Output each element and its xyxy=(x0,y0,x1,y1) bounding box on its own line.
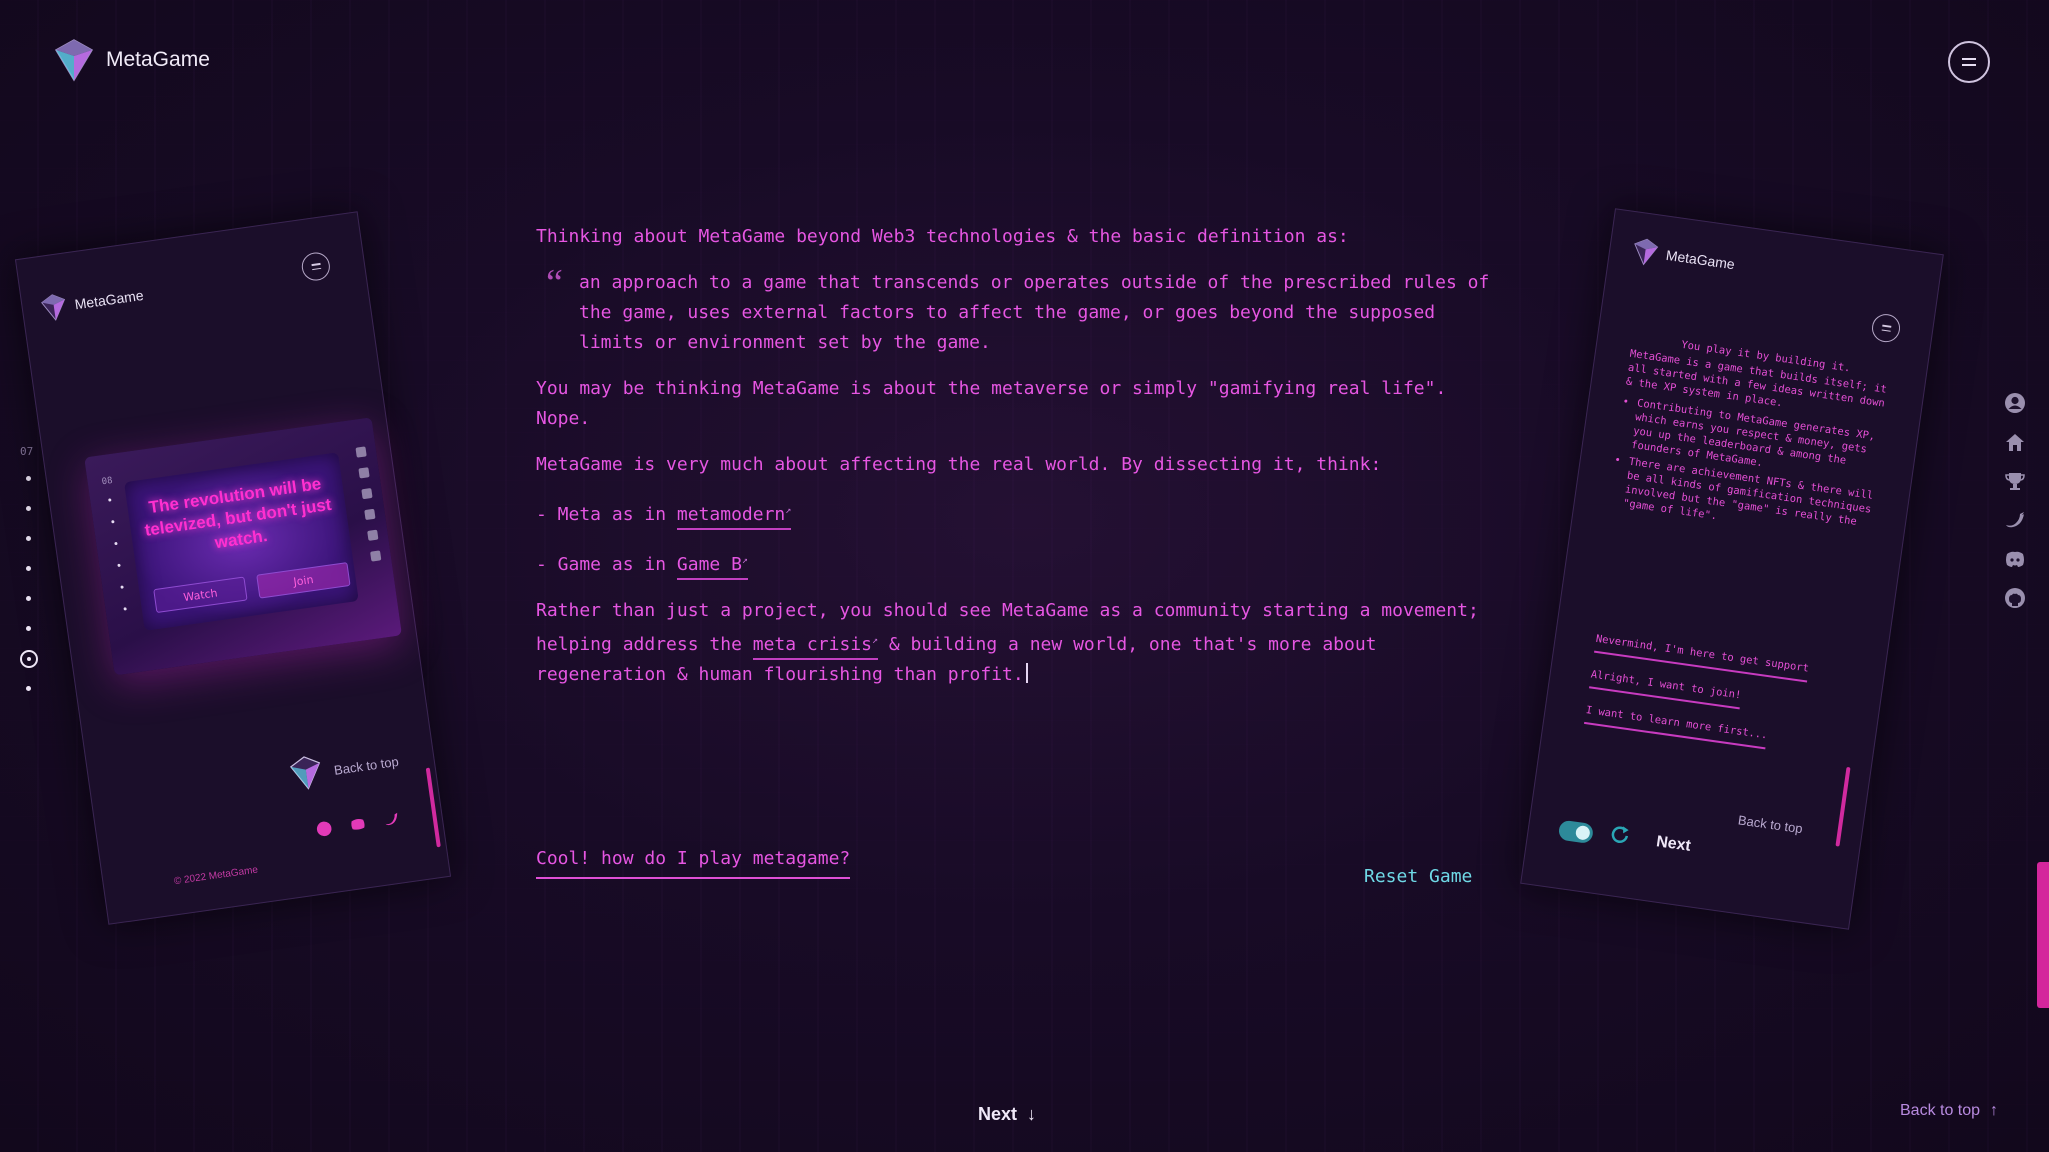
mockup-watch-button: Watch xyxy=(153,576,248,614)
brand-name: MetaGame xyxy=(106,48,210,71)
mockup-social xyxy=(315,810,401,841)
section-dot-active[interactable] xyxy=(20,650,38,668)
mockup-footer-logo-icon xyxy=(288,753,325,797)
external-link-icon: ↗ xyxy=(741,555,748,566)
mockup-phone-left: MetaGame 08 The revolution will be telev… xyxy=(14,211,452,925)
page-scrollbar[interactable] xyxy=(2037,862,2049,1008)
mockup-option: Alright, I want to join! xyxy=(1589,668,1743,710)
metagame-logo-icon xyxy=(54,39,94,82)
back-to-top-label: Back to top xyxy=(1900,1102,1981,1119)
mockup-menu-icon xyxy=(300,250,332,283)
back-to-top-button[interactable]: Back to top ↑ xyxy=(1900,1102,1998,1120)
paragraph-2: MetaGame is very much about affecting th… xyxy=(536,454,1382,475)
metamodern-link[interactable]: metamodern↗ xyxy=(676,504,792,530)
section-nav: 07 xyxy=(20,445,40,716)
home-icon[interactable] xyxy=(2004,431,2026,453)
section-dot[interactable] xyxy=(26,536,31,541)
definition-quote: “ an approach to a game that transcends … xyxy=(536,264,1496,358)
reload-icon xyxy=(1611,826,1629,843)
game-b-link[interactable]: Game B↗ xyxy=(676,554,748,580)
section-dot[interactable] xyxy=(26,596,31,601)
twitter-icon xyxy=(382,810,401,832)
section-dot[interactable] xyxy=(26,626,31,631)
metagame-logo-icon xyxy=(41,294,66,321)
section-dot[interactable] xyxy=(26,686,31,691)
mockup-brand: MetaGame xyxy=(73,286,145,313)
mockup-next: Next xyxy=(1655,833,1692,855)
mockup-card-number: 08 xyxy=(101,475,114,488)
meta-crisis-link-label: meta crisis xyxy=(752,634,872,655)
quote-text: an approach to a game that transcends or… xyxy=(579,272,1490,353)
meta-line: - Meta as in metamodern↗ xyxy=(536,496,1496,530)
play-metagame-option[interactable]: Cool! how do I play metagame? xyxy=(536,848,851,879)
mockup-accent-bar xyxy=(1835,766,1851,847)
social-bar xyxy=(2004,392,2026,609)
mockup-brand: MetaGame xyxy=(1664,246,1736,273)
section-dot[interactable] xyxy=(26,566,31,571)
next-button[interactable]: Next ↓ xyxy=(978,1104,1036,1125)
metagame-logo-icon xyxy=(1634,238,1659,266)
mockup-card: 08 The revolution will be televized, but… xyxy=(84,417,402,676)
arrow-down-icon: ↓ xyxy=(1027,1104,1037,1124)
user-icon[interactable] xyxy=(2004,392,2026,414)
mockup-phone-right: MetaGame You play it by building it. Met… xyxy=(1520,208,1944,930)
mockup-option: I want to learn more first... xyxy=(1584,704,1769,750)
mockup-back-to-top: Back to top xyxy=(333,753,400,778)
reset-game-button[interactable]: Reset Game xyxy=(1364,866,1472,887)
section-dot[interactable] xyxy=(26,506,31,511)
quote-icon: “ xyxy=(546,262,563,304)
mockup-mini-dots xyxy=(108,498,129,629)
arrow-up-icon: ↑ xyxy=(1990,1102,1999,1119)
next-label: Next xyxy=(978,1104,1018,1124)
paragraph-1: You may be thinking MetaGame is about th… xyxy=(536,378,1447,429)
menu-icon xyxy=(1962,56,1976,68)
mockup-toggle xyxy=(1557,819,1595,845)
menu-button[interactable] xyxy=(1948,41,1990,83)
section-dot[interactable] xyxy=(26,476,31,481)
twitter-icon[interactable] xyxy=(2004,509,2026,531)
logo[interactable]: MetaGame xyxy=(54,38,210,82)
mockup-card-inner: The revolution will be televized, but do… xyxy=(124,452,359,631)
discord-icon[interactable] xyxy=(2004,548,2026,570)
mockup-copyright: © 2022 MetaGame xyxy=(173,864,259,888)
github-icon[interactable] xyxy=(2004,587,2026,609)
mockup-accent-bar xyxy=(425,767,441,848)
mockup-join-button: Join xyxy=(256,562,351,599)
trophy-icon[interactable] xyxy=(2004,470,2026,492)
paragraph-3: Rather than just a project, you should s… xyxy=(536,596,1496,690)
main-content: Thinking about MetaGame beyond Web3 tech… xyxy=(536,222,1496,706)
meta-crisis-link[interactable]: meta crisis↗ xyxy=(752,634,878,660)
metamodern-link-label: metamodern xyxy=(676,504,786,525)
section-number: 07 xyxy=(20,445,34,458)
mockup-back-to-top: Back to top xyxy=(1737,812,1804,837)
github-icon xyxy=(315,820,334,842)
mockup-menu-icon xyxy=(1870,312,1902,344)
mockup-headline: The revolution will be televized, but do… xyxy=(143,474,333,553)
external-link-icon: ↗ xyxy=(785,505,792,516)
intro-text: Thinking about MetaGame beyond Web3 tech… xyxy=(536,226,1349,247)
discord-icon xyxy=(349,815,368,837)
mockup-mini-icons xyxy=(355,446,382,562)
text-caret xyxy=(1025,663,1028,683)
meta-prefix: - Meta as in xyxy=(536,504,677,525)
mockup-logo: MetaGame xyxy=(39,281,145,323)
game-b-link-label: Game B xyxy=(676,554,742,575)
mockup-logo: MetaGame xyxy=(1630,236,1736,278)
game-prefix: - Game as in xyxy=(536,554,677,575)
game-line: - Game as in Game B↗ xyxy=(536,546,1496,580)
mockup-text: You play it by building it. MetaGame is … xyxy=(1608,331,1901,549)
